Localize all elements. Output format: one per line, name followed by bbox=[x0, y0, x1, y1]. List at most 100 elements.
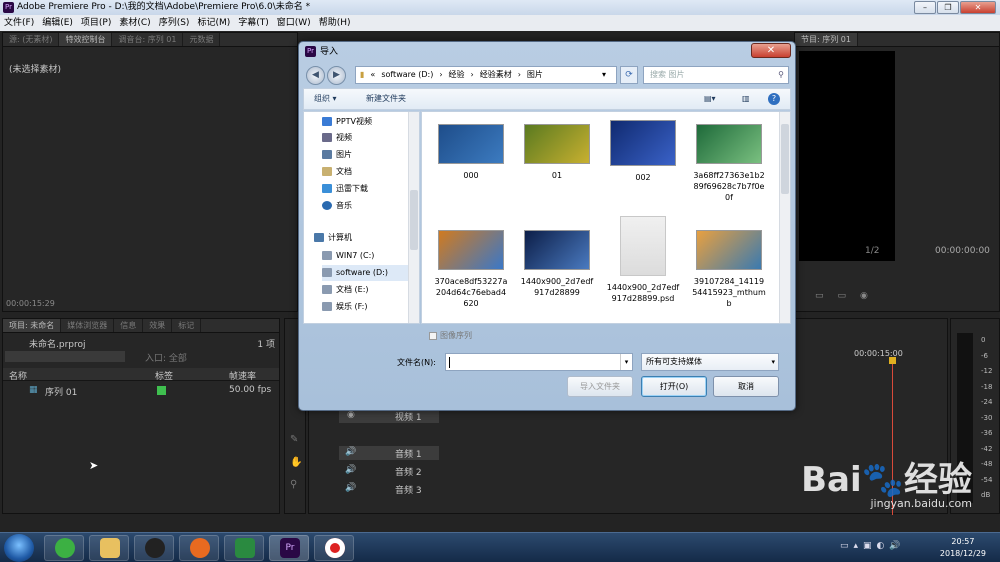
entry-filter[interactable]: 入口: 全部 bbox=[145, 351, 187, 364]
file-item[interactable]: 3a68ff27363e1b289f69628c7b7f0e0f bbox=[692, 124, 766, 203]
tab-source[interactable]: 源: (无素材) bbox=[3, 33, 60, 46]
file-scrollbar[interactable] bbox=[779, 112, 790, 323]
taskbar-app-qq[interactable] bbox=[134, 535, 174, 561]
tab-effect-controls[interactable]: 特效控制台 bbox=[59, 33, 113, 46]
import-folder-button[interactable]: 导入文件夹 bbox=[567, 376, 633, 397]
col-fps[interactable]: 帧速率 bbox=[229, 369, 256, 382]
close-button[interactable]: ✕ bbox=[960, 1, 996, 14]
forward-button[interactable]: ▶ bbox=[327, 66, 346, 85]
menu-help[interactable]: 帮助(H) bbox=[315, 15, 355, 31]
nav-scrollbar[interactable] bbox=[408, 112, 419, 323]
program-panel: 节目: 序列 01 1/2 00:00:00:00 ▭ ▭ ◉ bbox=[794, 32, 1000, 312]
taskbar-app-explorer[interactable] bbox=[89, 535, 129, 561]
chevron-down-icon[interactable]: ▾ bbox=[620, 354, 632, 370]
nav-item-pictures[interactable]: 图片 bbox=[322, 147, 419, 163]
hand-icon[interactable]: ✋ bbox=[290, 457, 302, 468]
menu-sequence[interactable]: 序列(S) bbox=[155, 15, 194, 31]
breadcrumb-pictures[interactable]: 图片 bbox=[527, 67, 543, 83]
menu-marker[interactable]: 标记(M) bbox=[193, 15, 234, 31]
nav-item-drive-f[interactable]: 娱乐 (F:) bbox=[322, 299, 419, 315]
file-type-select[interactable]: 所有可支持媒体 ▾ bbox=[641, 353, 779, 371]
cancel-button[interactable]: 取消 bbox=[713, 376, 779, 397]
new-folder-button[interactable]: 新建文件夹 bbox=[366, 89, 406, 109]
menu-edit[interactable]: 编辑(E) bbox=[38, 15, 77, 31]
pen-icon[interactable]: ✎ bbox=[290, 434, 298, 445]
help-icon[interactable]: ? bbox=[768, 93, 780, 105]
search-input[interactable]: 搜索 图片 ⚲ bbox=[643, 66, 789, 84]
taskbar-app-premiere[interactable]: Pr bbox=[269, 535, 309, 561]
tab-project[interactable]: 项目: 未命名 bbox=[3, 319, 62, 332]
start-button[interactable] bbox=[4, 534, 34, 562]
project-file-name: 未命名.prproj bbox=[29, 340, 86, 350]
speaker-icon[interactable]: 🔊 bbox=[345, 483, 356, 493]
extract-icon[interactable]: ▭ bbox=[838, 291, 847, 301]
project-search-input[interactable] bbox=[5, 351, 125, 362]
playhead-handle[interactable] bbox=[889, 357, 896, 364]
drive-icon bbox=[322, 268, 332, 277]
tab-media-browser[interactable]: 媒体浏览器 bbox=[61, 319, 115, 332]
dialog-close-button[interactable]: ✕ bbox=[751, 43, 791, 58]
filename-input[interactable]: ▾ bbox=[445, 353, 633, 371]
view-options-icon[interactable]: ▤▾ bbox=[704, 89, 716, 109]
eye-icon[interactable]: ◉ bbox=[347, 410, 355, 420]
file-item[interactable]: 01 bbox=[520, 124, 594, 181]
file-item[interactable]: 1440x900_2d7edf917d28899.psd bbox=[606, 216, 680, 304]
nav-item-computer[interactable]: 计算机 bbox=[314, 230, 418, 246]
nav-item-pptv[interactable]: PPTV视频 bbox=[322, 114, 419, 130]
tray-icons[interactable]: ▭▴▣◐🔊 bbox=[840, 541, 906, 551]
tab-markers[interactable]: 标记 bbox=[172, 319, 202, 332]
nav-item-drive-e[interactable]: 文档 (E:) bbox=[322, 282, 419, 298]
breadcrumb-overflow[interactable]: « bbox=[370, 67, 375, 83]
col-name[interactable]: 名称 bbox=[9, 369, 27, 382]
chevron-down-icon[interactable]: ▾ bbox=[602, 67, 606, 83]
tab-program[interactable]: 节目: 序列 01 bbox=[795, 33, 858, 46]
nav-item-drive-c[interactable]: WIN7 (C:) bbox=[322, 248, 419, 264]
file-item[interactable]: 370ace8df53227a204d64c76ebad4620 bbox=[434, 230, 508, 309]
speaker-icon[interactable]: 🔊 bbox=[345, 447, 356, 457]
menu-title[interactable]: 字幕(T) bbox=[234, 15, 273, 31]
organize-button[interactable]: 组织 ▾ bbox=[314, 89, 337, 109]
breadcrumb-jingyan[interactable]: 经验 bbox=[449, 67, 465, 83]
col-label[interactable]: 标签 bbox=[155, 369, 173, 382]
speaker-icon[interactable]: 🔊 bbox=[345, 465, 356, 475]
menu-project[interactable]: 项目(P) bbox=[77, 15, 115, 31]
address-bar[interactable]: ▮ « software (D:) › 经验 › 经验素材 › 图片 ▾ bbox=[355, 66, 617, 84]
taskbar-app-recorder[interactable] bbox=[314, 535, 354, 561]
open-button[interactable]: 打开(O) bbox=[641, 376, 707, 397]
back-button[interactable]: ◀ bbox=[306, 66, 325, 85]
menu-window[interactable]: 窗口(W) bbox=[273, 15, 315, 31]
nav-item-documents[interactable]: 文档 bbox=[322, 164, 419, 180]
table-row[interactable]: ▦ 序列 01 50.00 fps bbox=[3, 385, 279, 398]
file-item[interactable]: 002 bbox=[606, 120, 680, 183]
nav-item-thunder-downloads[interactable]: 迅雷下载 bbox=[322, 181, 419, 197]
tab-effects[interactable]: 效果 bbox=[143, 319, 173, 332]
maximize-button[interactable]: ❐ bbox=[937, 1, 959, 14]
taskbar-app-media[interactable] bbox=[224, 535, 264, 561]
image-sequence-checkbox[interactable]: 图像序列 bbox=[429, 330, 472, 341]
preview-pane-icon[interactable]: ▥ bbox=[742, 89, 750, 109]
nav-item-music[interactable]: 音乐 bbox=[322, 198, 419, 214]
menu-clip[interactable]: 素材(C) bbox=[115, 15, 154, 31]
taskbar-app-360[interactable] bbox=[44, 535, 84, 561]
menu-file[interactable]: 文件(F) bbox=[0, 15, 38, 31]
file-item[interactable]: 000 bbox=[434, 124, 508, 181]
breadcrumb-materials[interactable]: 经验素材 bbox=[480, 67, 512, 83]
file-item[interactable]: 39107284_1411954415923_mthumb bbox=[692, 230, 766, 309]
nav-item-videos[interactable]: 视频 bbox=[322, 130, 419, 146]
taskbar-app-firefox[interactable] bbox=[179, 535, 219, 561]
minimize-button[interactable]: – bbox=[914, 1, 936, 14]
file-item[interactable]: 1440x900_2d7edf917d28899 bbox=[520, 230, 594, 298]
tab-metadata[interactable]: 元数据 bbox=[183, 33, 221, 46]
breadcrumb-sep: › bbox=[470, 70, 474, 79]
program-timecode: 00:00:00:00 bbox=[935, 246, 990, 256]
zoom-level[interactable]: 1/2 bbox=[865, 246, 879, 256]
export-frame-icon[interactable]: ◉ bbox=[860, 291, 868, 301]
tab-info[interactable]: 信息 bbox=[114, 319, 144, 332]
tab-audio-mixer[interactable]: 调音台: 序列 01 bbox=[112, 33, 184, 46]
zoom-icon[interactable]: ⚲ bbox=[290, 479, 297, 490]
system-clock[interactable]: 20:57 2018/12/29 bbox=[940, 536, 986, 560]
nav-item-drive-d[interactable]: software (D:) bbox=[322, 265, 419, 281]
lift-icon[interactable]: ▭ bbox=[815, 291, 824, 301]
refresh-button[interactable]: ⟳ bbox=[620, 66, 638, 84]
breadcrumb-drive[interactable]: software (D:) bbox=[381, 67, 433, 83]
